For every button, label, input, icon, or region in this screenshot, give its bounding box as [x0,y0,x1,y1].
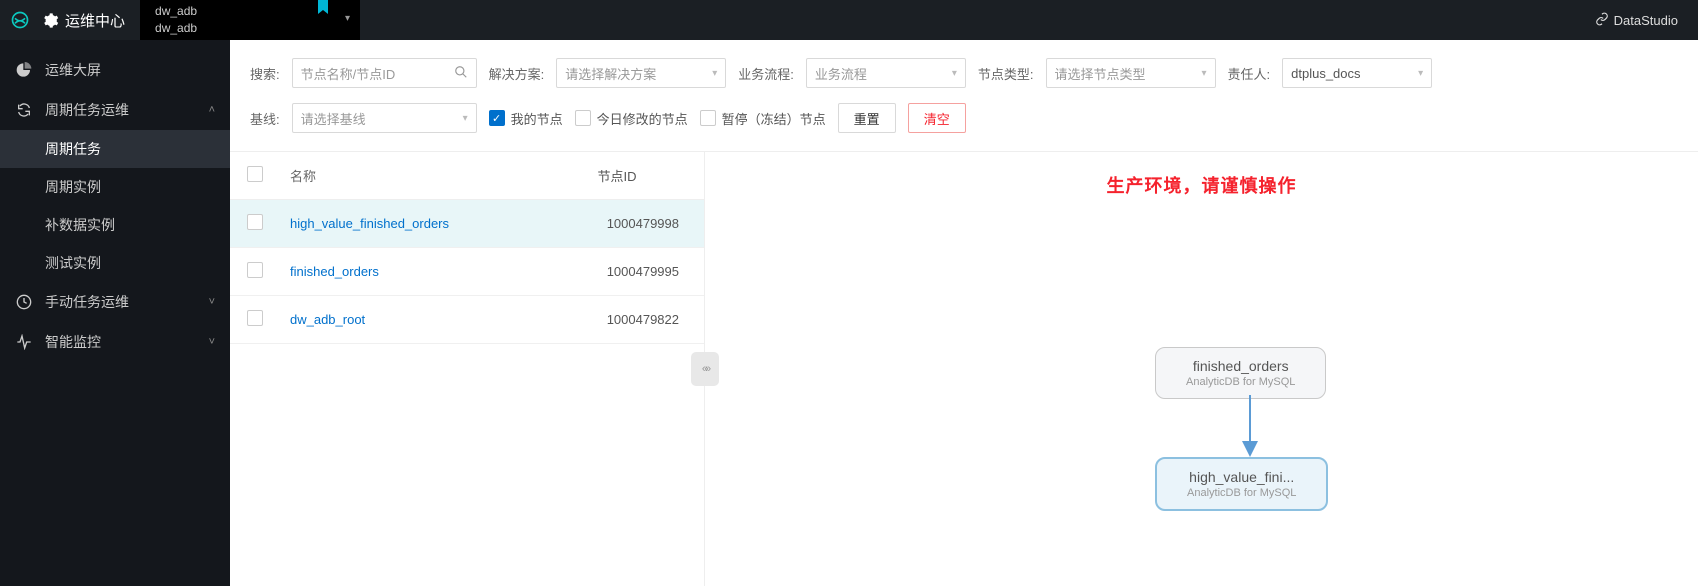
chevron-down-icon: ▾ [712,68,717,79]
sidebar-subitem-cycle-tasks[interactable]: 周期任务 [0,130,230,168]
nodetype-label: 节点类型: [978,64,1034,83]
graph-edge [1242,395,1258,457]
solution-select[interactable]: 请选择解决方案▾ [556,58,726,88]
owner-label: 责任人: [1228,64,1271,83]
tab-line1: dw_adb [155,3,345,20]
chevron-down-icon: ▾ [952,68,957,79]
filter-bar: 搜索: 节点名称/节点ID 解决方案: 请选择解决方案▾ 业务流程: 业务流程▾… [230,40,1698,152]
sidebar: 运维大屏 周期任务运维 ˄ 周期任务 周期实例 补数据实例 测试实例 手动任务运… [0,40,230,586]
production-warning: 生产环境，请谨慎操作 [1107,172,1297,198]
node-label: finished_orders [1186,358,1295,374]
node-subtitle: AnalyticDB for MySQL [1187,487,1296,499]
modified-today-checkbox[interactable]: 今日修改的节点 [575,109,688,128]
link-icon [1595,12,1609,29]
checkbox-icon: ✓ [489,110,505,126]
task-name-link[interactable]: finished_orders [290,264,379,279]
search-label: 搜索: [250,64,280,83]
my-nodes-checkbox[interactable]: ✓我的节点 [489,109,563,128]
checkbox-icon [575,110,591,126]
cycle-icon [15,101,33,119]
chevron-down-icon: ˅ [209,296,215,308]
datastudio-link[interactable]: DataStudio [1575,12,1698,29]
bookmark-icon[interactable] [318,0,330,20]
nodetype-select[interactable]: 请选择节点类型▾ [1046,58,1216,88]
sidebar-item-dashboard[interactable]: 运维大屏 [0,50,230,90]
sidebar-item-cycle-ops[interactable]: 周期任务运维 ˄ [0,90,230,130]
graph-pane: « » 生产环境，请谨慎操作 finished_orders AnalyticD… [705,152,1698,586]
task-id: 1000479995 [545,248,704,296]
row-checkbox[interactable] [247,262,263,278]
sidebar-label: 智能监控 [45,332,101,352]
sidebar-label: 手动任务运维 [45,292,129,312]
row-checkbox[interactable] [247,310,263,326]
task-id: 1000479822 [545,296,704,344]
flow-select[interactable]: 业务流程▾ [806,58,966,88]
graph-node-parent[interactable]: finished_orders AnalyticDB for MySQL [1155,347,1326,399]
row-checkbox[interactable] [247,214,263,230]
chevron-down-icon: ▾ [1418,68,1423,79]
paused-nodes-checkbox[interactable]: 暂停（冻结）节点 [700,109,826,128]
chevron-down-icon: ▾ [1201,68,1206,79]
clear-button[interactable]: 清空 [908,103,966,133]
workspace-tab[interactable]: dw_adb dw_adb ▾ [140,0,360,40]
sidebar-item-manual-ops[interactable]: 手动任务运维 ˅ [0,282,230,322]
top-bar: 运维中心 dw_adb dw_adb ▾ DataStudio [0,0,1698,40]
task-name-link[interactable]: dw_adb_root [290,312,365,327]
hand-icon [15,293,33,311]
select-all-checkbox[interactable] [247,166,263,182]
checkbox-icon [700,110,716,126]
chevron-up-icon: ˄ [209,104,215,116]
baseline-select[interactable]: 请选择基线▾ [292,103,477,133]
search-icon[interactable] [454,65,468,82]
sidebar-subitem-patch-instances[interactable]: 补数据实例 [0,206,230,244]
col-id-header: 节点ID [545,152,704,200]
baseline-label: 基线: [250,109,280,128]
table-row[interactable]: dw_adb_root 1000479822 [230,296,704,344]
sidebar-subitem-test-instances[interactable]: 测试实例 [0,244,230,282]
pie-chart-icon [15,61,33,79]
node-subtitle: AnalyticDB for MySQL [1186,376,1295,388]
chevron-down-icon: ˅ [209,336,215,348]
task-table: 名称 节点ID high_value_finished_orders 10004… [230,152,705,586]
app-title: 运维中心 [60,10,140,31]
app-logo-icon[interactable] [0,0,40,40]
search-input[interactable]: 节点名称/节点ID [292,58,477,88]
table-row[interactable]: high_value_finished_orders 1000479998 [230,200,704,248]
reset-button[interactable]: 重置 [838,103,896,133]
table-row[interactable]: finished_orders 1000479995 [230,248,704,296]
sidebar-subitem-cycle-instances[interactable]: 周期实例 [0,168,230,206]
task-name-link[interactable]: high_value_finished_orders [290,216,449,231]
col-name-header: 名称 [280,152,545,200]
settings-icon[interactable] [40,10,60,30]
activity-icon [15,333,33,351]
flow-label: 业务流程: [738,64,794,83]
tab-line2: dw_adb [155,20,345,37]
pane-splitter[interactable]: « » [691,352,719,386]
owner-select[interactable]: dtplus_docs▾ [1282,58,1432,88]
node-label: high_value_fini... [1187,469,1296,485]
task-id: 1000479998 [545,200,704,248]
solution-label: 解决方案: [489,64,545,83]
datastudio-label: DataStudio [1614,13,1678,28]
sidebar-label: 周期任务运维 [45,100,129,120]
chevron-down-icon: ▾ [463,113,468,124]
sidebar-label: 运维大屏 [45,60,101,80]
chevron-down-icon[interactable]: ▾ [345,12,350,26]
sidebar-item-smart-monitor[interactable]: 智能监控 ˅ [0,322,230,362]
graph-node-child[interactable]: high_value_fini... AnalyticDB for MySQL [1155,457,1328,511]
